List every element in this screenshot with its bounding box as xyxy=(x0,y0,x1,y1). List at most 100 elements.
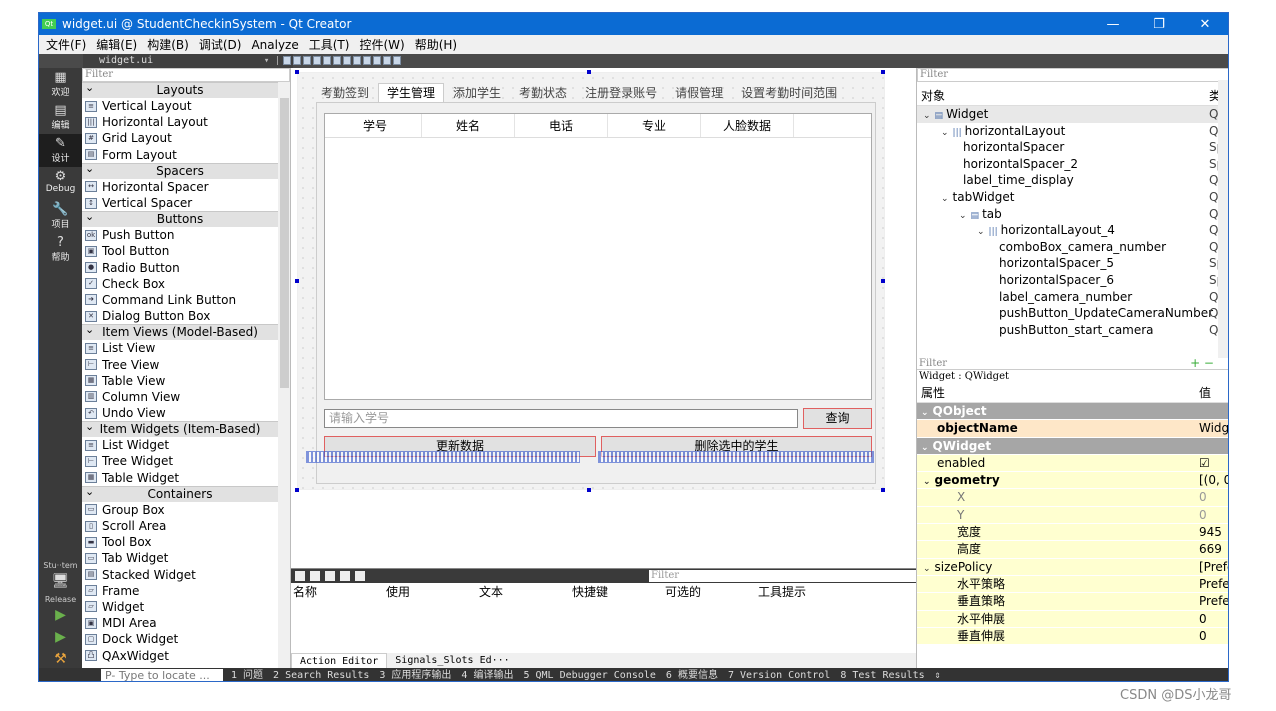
delete-action-icon[interactable] xyxy=(340,571,350,581)
output-pane-button[interactable]: 5 QML Debugger Console xyxy=(523,668,655,681)
col-tooltip[interactable]: 工具提示 xyxy=(758,583,851,601)
object-tree-row[interactable]: pushButton_start_cameraQPushButton xyxy=(917,322,1228,339)
edit-signals-icon[interactable] xyxy=(293,56,301,65)
property-row[interactable]: objectName Widget xyxy=(917,420,1228,438)
edit-widgets-icon[interactable] xyxy=(283,56,291,65)
form-tab[interactable]: 学生管理 xyxy=(378,83,445,103)
kit-selector[interactable]: Stu··tem 🖥 Release ▶ ▶ ⚒ xyxy=(39,561,82,673)
expand-arrow-icon[interactable]: ⌄ xyxy=(941,128,949,138)
student-id-search-input[interactable]: 请输入学号 xyxy=(324,409,798,428)
property-row[interactable]: enabled ☑ xyxy=(917,454,1228,473)
widget-item[interactable]: ▣ Tool Button xyxy=(82,243,278,259)
output-pane-button[interactable]: ⇕ xyxy=(935,668,941,681)
menu-edit[interactable]: 编辑(E) xyxy=(91,36,142,53)
widget-category[interactable]: Spacers xyxy=(82,161,278,179)
resize-handle[interactable] xyxy=(587,70,591,74)
break-layout-icon[interactable] xyxy=(383,56,391,65)
menu-debug[interactable]: 调试(D) xyxy=(194,36,247,53)
widget-item[interactable]: ||| Horizontal Layout xyxy=(82,114,278,130)
object-tree-row[interactable]: label_camera_numberQLabel xyxy=(917,289,1228,306)
widget-item[interactable]: ▣ MDI Area xyxy=(82,615,278,631)
col-shortcut[interactable]: 快捷键 xyxy=(572,583,665,601)
form-tab[interactable]: 添加学生 xyxy=(444,83,510,103)
widget-item[interactable]: ▭ Tab Widget xyxy=(82,550,278,566)
widget-category[interactable]: Item Views (Model-Based) xyxy=(82,322,278,341)
open-file-tab[interactable]: widget.ui ▾ | ✕ xyxy=(83,54,293,68)
expand-arrow-icon[interactable]: ⌄ xyxy=(923,477,931,487)
widget-item[interactable]: ▦ Table View xyxy=(82,373,278,389)
widget-item[interactable]: ↔ Horizontal Spacer xyxy=(82,179,278,195)
configure-icon[interactable] xyxy=(355,571,365,581)
widget-item[interactable]: ✕ Dialog Button Box xyxy=(82,308,278,324)
widget-item[interactable]: ▱ Widget xyxy=(82,599,278,615)
menu-build[interactable]: 构建(B) xyxy=(142,36,194,53)
tab-signals-slots-editor[interactable]: Signals_Slots Ed··· xyxy=(387,653,517,669)
object-tree-row[interactable]: pushButton_UpdateCameraNumberQPushButton xyxy=(917,305,1228,322)
menu-tools[interactable]: 工具(T) xyxy=(304,36,355,53)
col-text[interactable]: 文本 xyxy=(479,583,572,601)
widget-category[interactable]: Containers xyxy=(82,484,278,502)
mode-edit[interactable]: ▤ 编辑 xyxy=(39,101,82,134)
header-student-id[interactable]: 学号 xyxy=(329,114,422,137)
resize-handle[interactable] xyxy=(881,279,885,283)
horizontal-spacer-left[interactable] xyxy=(306,451,580,463)
mode-projects[interactable]: 🔧 项目 xyxy=(39,200,82,233)
new-action-icon[interactable] xyxy=(295,571,305,581)
output-pane-button[interactable]: 1 问题 xyxy=(231,668,263,681)
property-value[interactable]: 0 xyxy=(1199,489,1207,506)
layout-horizontal-icon[interactable] xyxy=(323,56,331,65)
expand-arrow-icon[interactable]: ⌄ xyxy=(921,408,929,418)
widget-item[interactable]: ● Radio Button xyxy=(82,260,278,276)
horizontal-spacer-right[interactable] xyxy=(598,451,874,463)
form-tab[interactable]: 设置考勤时间范围 xyxy=(732,83,846,103)
widget-item[interactable]: ok Push Button xyxy=(82,227,278,243)
property-filter-input[interactable]: Filter + − xyxy=(917,358,1228,370)
col-used[interactable]: 使用 xyxy=(386,583,479,601)
layout-vertical-icon[interactable] xyxy=(333,56,341,65)
run-icon[interactable]: ▶ xyxy=(39,607,82,629)
adjust-size-icon[interactable] xyxy=(393,56,401,65)
widget-item[interactable]: ↕ Vertical Spacer xyxy=(82,195,278,211)
object-tree-row[interactable]: horizontalSpacer_2Spacer xyxy=(917,156,1228,173)
widget-item[interactable]: ✓ Check Box xyxy=(82,276,278,292)
object-tree-row[interactable]: horizontalSpacerSpacer xyxy=(917,139,1228,156)
edit-tab-order-icon[interactable] xyxy=(313,56,321,65)
menu-file[interactable]: 文件(F) xyxy=(41,36,91,53)
property-row[interactable]: 宽度 945 xyxy=(917,524,1228,542)
resize-handle[interactable] xyxy=(881,70,885,74)
expand-arrow-icon[interactable]: ⌄ xyxy=(921,443,929,453)
widget-box-scrollbar[interactable] xyxy=(278,82,290,668)
widget-item[interactable]: ▤ Stacked Widget xyxy=(82,567,278,583)
property-value[interactable]: [(0, 0), 945 x 669] xyxy=(1199,472,1228,489)
property-value[interactable]: 669 xyxy=(1199,541,1222,558)
widget-item[interactable]: ➜ Command Link Button xyxy=(82,292,278,308)
property-row[interactable]: ⌄sizePolicy [Preferred, Preferred, 0, 0] xyxy=(917,558,1228,576)
menu-widgets[interactable]: 控件(W) xyxy=(354,36,409,53)
paste-action-icon[interactable] xyxy=(325,571,335,581)
expand-arrow-icon[interactable]: ⌄ xyxy=(941,194,949,204)
property-value[interactable]: Widget xyxy=(1199,420,1228,437)
object-tree-row[interactable]: ⌄▤WidgetQWidget xyxy=(917,106,1228,123)
mode-debug[interactable]: ⚙ Debug xyxy=(39,167,82,200)
form-widget[interactable]: 考勤签到 学生管理 添加学生 考勤状态 注册登录账号 请假管理 设置考勤时间范围 学号 姓名… xyxy=(297,72,885,490)
property-row[interactable]: Y0 xyxy=(917,506,1228,525)
col-checkable[interactable]: 可选的 xyxy=(665,583,758,601)
widget-item[interactable]: 凸 QAxWidget xyxy=(82,647,278,663)
debug-run-icon[interactable]: ▶ xyxy=(39,629,82,651)
resize-handle[interactable] xyxy=(295,279,299,283)
widget-item[interactable]: # Grid Layout xyxy=(82,130,278,146)
output-pane-button[interactable]: 8 Test Results xyxy=(840,668,924,681)
locator-input[interactable]: P- Type to locate ... xyxy=(101,669,223,681)
property-value[interactable]: 0 xyxy=(1199,628,1207,645)
widget-item[interactable]: ▥ Column View xyxy=(82,389,278,405)
query-button[interactable]: 查询 xyxy=(803,408,872,429)
widget-item[interactable]: ▤ Form Layout xyxy=(82,147,278,163)
expand-arrow-icon[interactable]: ⌄ xyxy=(959,211,967,221)
object-inspector-scrollbar[interactable] xyxy=(1218,80,1228,358)
widget-item[interactable]: ⊢ Tree Widget xyxy=(82,453,278,469)
object-tree-row[interactable]: horizontalSpacer_5Spacer xyxy=(917,255,1228,272)
widget-category[interactable]: Item Widgets (Item-Based) xyxy=(82,419,278,438)
widget-item[interactable]: ≡ Vertical Layout xyxy=(82,98,278,114)
title-bar[interactable]: Qt widget.ui @ StudentCheckinSystem - Qt… xyxy=(39,13,1228,35)
object-tree-row[interactable]: ⌄|||horizontalLayoutQHBoxLayout xyxy=(917,123,1228,140)
